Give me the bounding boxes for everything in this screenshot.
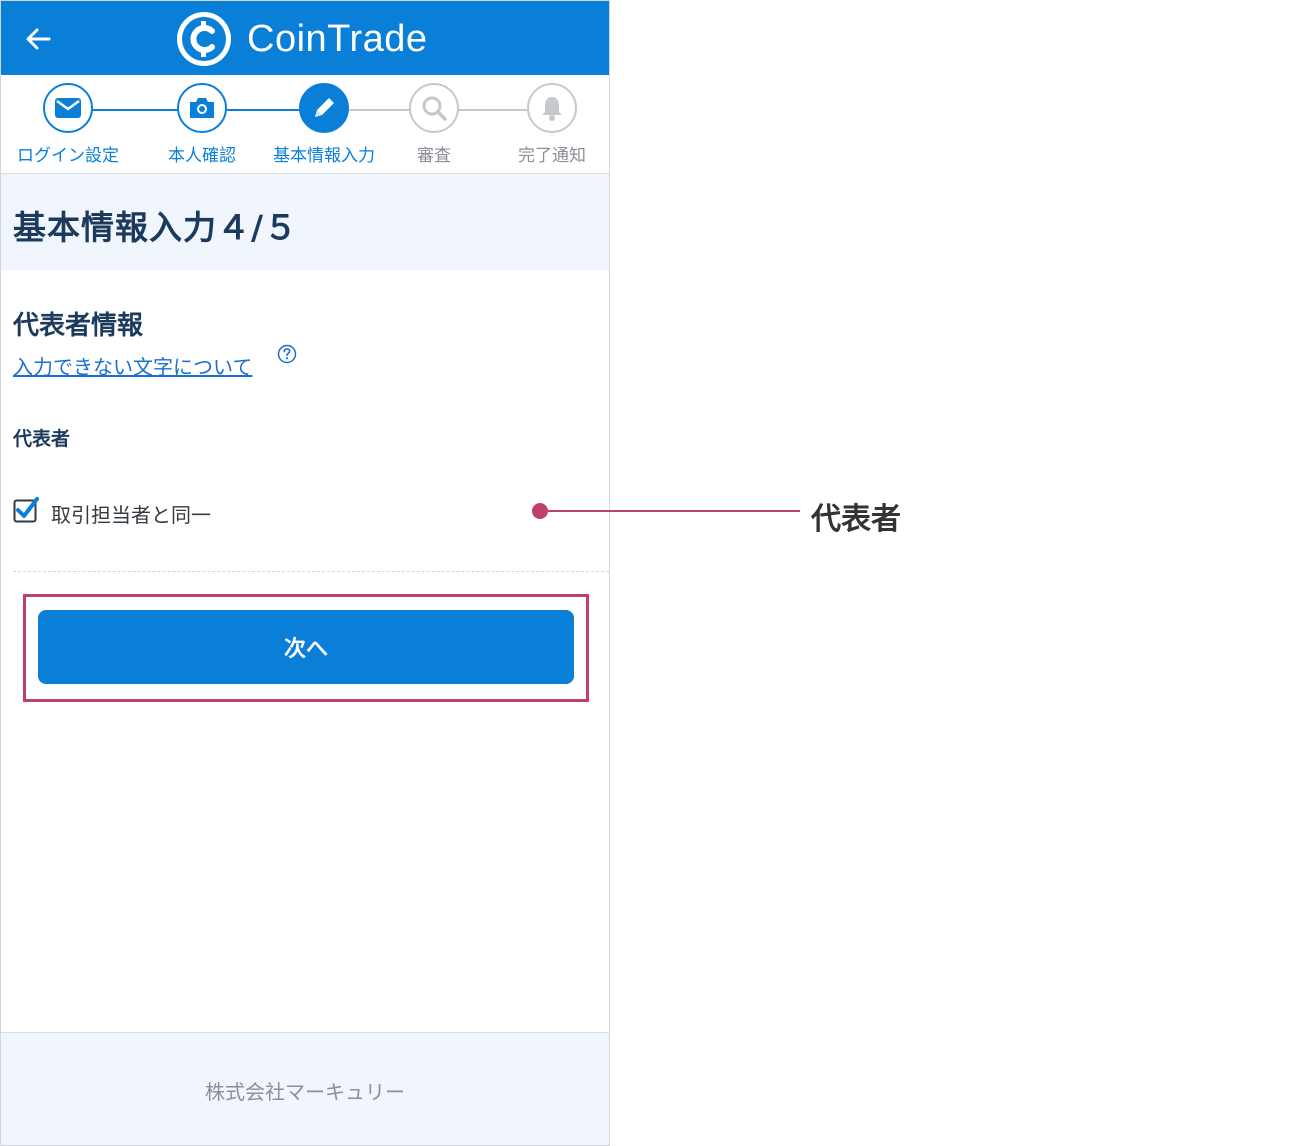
pencil-icon <box>315 98 334 117</box>
callout-line <box>544 510 800 512</box>
app-logo: CoinTrade <box>175 9 428 69</box>
step-connector <box>349 109 411 111</box>
section-title: 代表者情報 <box>13 311 144 341</box>
step-label: ログイン設定 <box>17 146 119 166</box>
step-label: 基本情報入力 <box>273 146 375 166</box>
mail-icon <box>55 98 81 118</box>
page-title: 基本情報入力４/５ <box>13 208 299 247</box>
unsupported-characters-link[interactable]: 入力できない文字について <box>13 351 252 380</box>
step-identity <box>177 83 227 133</box>
step-label: 本人確認 <box>168 146 236 166</box>
step-connector <box>227 109 301 111</box>
representative-label: 代表者 <box>13 428 71 450</box>
app-header: CoinTrade <box>1 1 609 75</box>
company-name: 株式会社マーキュリー <box>205 1080 405 1104</box>
arrow-left-icon[interactable] <box>19 19 59 59</box>
next-button[interactable]: 次へ <box>38 610 574 684</box>
step-basic-info <box>299 83 349 133</box>
step-connector <box>93 109 179 111</box>
callout-dot <box>532 503 548 519</box>
callout-label: 代表者 <box>811 502 901 537</box>
step-label: 完了通知 <box>518 146 586 166</box>
camera-icon <box>190 98 214 118</box>
step-review <box>409 83 459 133</box>
step-label: 審査 <box>417 146 451 166</box>
step-connector <box>459 109 527 111</box>
checkbox-label[interactable]: 取引担当者と同一 <box>51 499 211 528</box>
app-name: CoinTrade <box>247 17 428 60</box>
same-as-contact-checkbox[interactable] <box>13 497 39 523</box>
search-icon <box>422 96 447 121</box>
phone-screen: CoinTrade ログイン設定 本人確認 基本情報入力 審査 完了通知 基本情… <box>0 0 610 1146</box>
question-circle-icon[interactable] <box>277 344 297 364</box>
divider <box>13 571 609 572</box>
step-complete <box>527 83 577 133</box>
coin-logo-icon <box>177 12 231 66</box>
bell-icon <box>542 97 562 121</box>
step-login-settings <box>43 83 93 133</box>
progress-stepper: ログイン設定 本人確認 基本情報入力 審査 完了通知 <box>1 75 609 174</box>
